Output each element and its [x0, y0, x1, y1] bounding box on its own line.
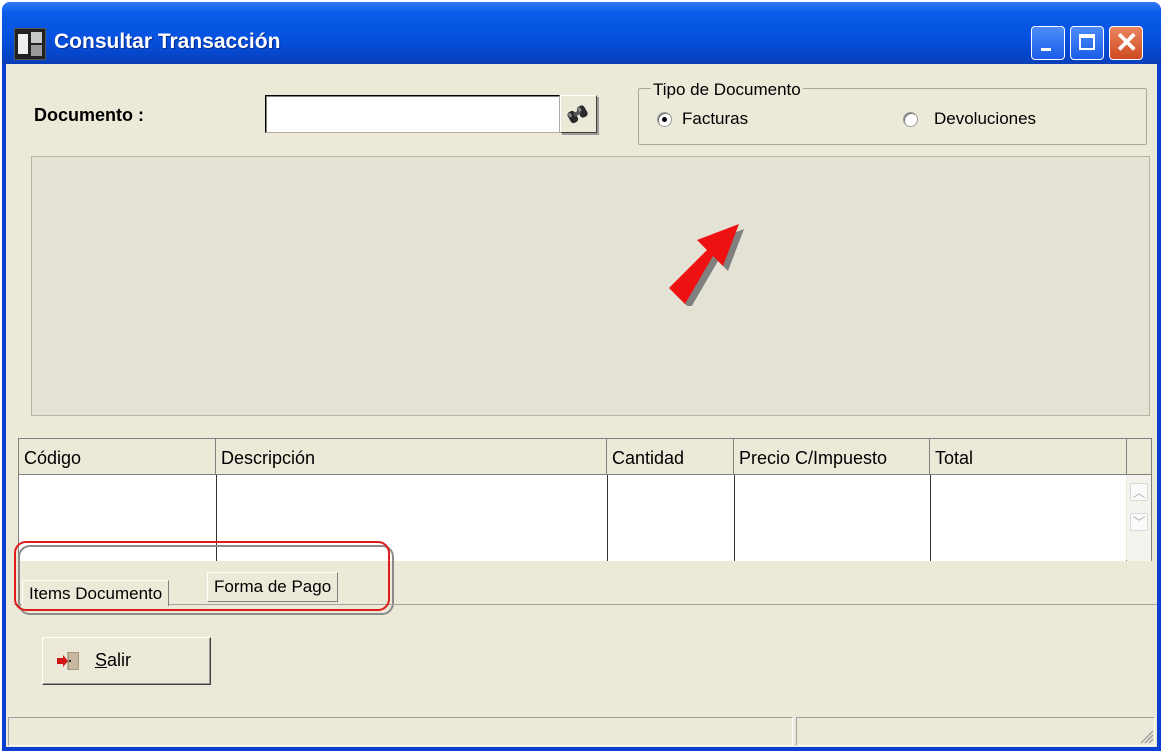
status-pane-secondary: [796, 717, 1155, 746]
consultar-transaccion-window: Consultar Transacción ✕ Documento : Tipo…: [2, 2, 1161, 751]
minimize-button[interactable]: [1031, 26, 1065, 60]
devoluciones-label[interactable]: Devoluciones: [934, 109, 1036, 129]
title-bar[interactable]: Consultar Transacción ✕: [2, 2, 1161, 64]
window-title: Consultar Transacción: [54, 30, 281, 53]
find-document-button[interactable]: [560, 95, 597, 133]
status-pane-main: [8, 717, 793, 746]
salir-button[interactable]: Salir: [42, 637, 211, 685]
facturas-label[interactable]: Facturas: [682, 109, 748, 129]
exit-door-icon: [57, 652, 79, 670]
facturas-radio[interactable]: [657, 112, 672, 127]
close-button[interactable]: ✕: [1109, 26, 1143, 60]
binoculars-icon: [567, 105, 588, 124]
column-header-cantidad[interactable]: Cantidad: [607, 439, 734, 474]
document-details-panel: [31, 156, 1150, 416]
document-type-legend: Tipo de Documento: [651, 80, 803, 100]
grid-column-divider: [930, 475, 931, 561]
grid-column-divider: [607, 475, 608, 561]
grid-vertical-scrollbar[interactable]: ︿ ﹀: [1127, 475, 1151, 561]
scroll-up-icon[interactable]: ︿: [1130, 483, 1148, 501]
grid-column-divider: [734, 475, 735, 561]
close-icon: ✕: [1115, 27, 1139, 58]
document-input[interactable]: [265, 95, 560, 133]
resize-grip-icon[interactable]: [1138, 728, 1154, 744]
annotation-arrow: [669, 224, 744, 306]
salir-label: Salir: [95, 650, 132, 670]
column-header-total[interactable]: Total: [930, 439, 1127, 474]
column-header-codigo[interactable]: Código: [19, 439, 216, 474]
scroll-down-icon[interactable]: ﹀: [1130, 513, 1148, 531]
status-bar: [6, 715, 1157, 747]
devoluciones-radio[interactable]: [903, 112, 918, 127]
column-header-precio[interactable]: Precio C/Impuesto: [734, 439, 930, 474]
document-label: Documento :: [34, 105, 144, 125]
grid-header: Código Descripción Cantidad Precio C/Imp…: [19, 439, 1151, 475]
maximize-button[interactable]: [1070, 26, 1104, 60]
window-client-area: Documento : Tipo de Documento Facturas D…: [6, 64, 1157, 747]
column-header-descripcion[interactable]: Descripción: [216, 439, 607, 474]
app-icon[interactable]: [14, 28, 46, 60]
annotation-highlight-box: [14, 541, 390, 611]
